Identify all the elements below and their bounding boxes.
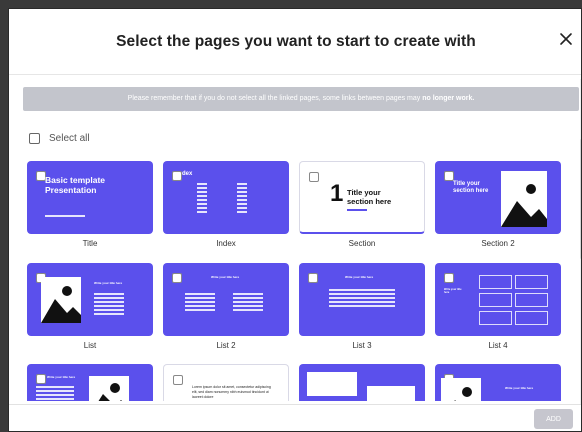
select-all-label: Select all: [49, 132, 90, 144]
page-card-12[interactable]: Write your title here: [435, 364, 561, 401]
thumb-title: Lorem ipsum dolor sit amet, consectetur …: [192, 385, 271, 399]
close-icon[interactable]: [556, 29, 576, 49]
page-thumbnail[interactable]: 1 Title your section here: [299, 161, 425, 234]
dialog-footer: ADD: [9, 404, 581, 431]
page-card-9[interactable]: Write your title here: [27, 364, 153, 401]
page-card-list-4[interactable]: Write your title here List 4: [435, 263, 561, 350]
thumb-title: Title your section here: [453, 181, 489, 194]
page-thumbnail[interactable]: Write your title here: [435, 364, 561, 401]
notice-bold-text: no longer work.: [422, 95, 475, 102]
thumb-title: Title your section here: [347, 188, 392, 206]
page-checkbox[interactable]: [444, 273, 454, 283]
page-label: Index: [216, 239, 236, 248]
page-thumbnail[interactable]: Lorem ipsum dolor sit amet, consectetur …: [163, 364, 289, 401]
thumb-title: dex: [182, 171, 193, 177]
image-placeholder-icon: [41, 277, 81, 323]
thumb-title: Write your title here: [94, 281, 123, 285]
page-card-list-3[interactable]: Write your title here List 3: [299, 263, 425, 350]
page-card-title[interactable]: Basic template Presentation Title: [27, 161, 153, 248]
page-checkbox[interactable]: [173, 375, 183, 385]
page-thumbnail[interactable]: Write your title here: [27, 364, 153, 401]
page-card-list[interactable]: Write your title here List: [27, 263, 153, 350]
image-placeholder-icon: [441, 378, 481, 401]
thumb-title: Write your title here: [444, 288, 462, 294]
page-grid: Basic template Presentation Title dex In…: [27, 161, 579, 401]
page-thumbnail[interactable]: Write your title here: [163, 263, 289, 336]
page-label: List: [83, 341, 97, 350]
page-thumbnail[interactable]: Title your section here: [435, 161, 561, 234]
dialog-title: Select the pages you want to start to cr…: [116, 33, 476, 50]
add-button[interactable]: ADD: [534, 409, 573, 429]
page-thumbnail[interactable]: Write your title here: [27, 263, 153, 336]
checkbox-icon[interactable]: [29, 132, 40, 144]
page-card-section-2[interactable]: Title your section here Section 2: [435, 161, 561, 248]
dialog-header: Select the pages you want to start to cr…: [9, 9, 581, 75]
page-checkbox[interactable]: [309, 172, 319, 182]
page-card-section[interactable]: 1 Title your section here Section: [299, 161, 425, 248]
page-card-index[interactable]: dex Index: [163, 161, 289, 248]
page-thumbnail[interactable]: Write your title here: [299, 263, 425, 336]
page-card-list-2[interactable]: Write your title here List 2: [163, 263, 289, 350]
select-all-checkbox[interactable]: Select all: [29, 131, 90, 145]
thumb-title: Write your title here: [505, 386, 534, 390]
image-placeholder-icon: [89, 376, 129, 401]
page-selection-dialog: Select the pages you want to start to cr…: [8, 8, 582, 432]
thumb-title: Write your title here: [345, 275, 374, 279]
page-card-10[interactable]: Lorem ipsum dolor sit amet, consectetur …: [163, 364, 289, 401]
page-label: List 4: [488, 341, 508, 350]
page-thumbnail[interactable]: [299, 364, 425, 401]
linked-pages-notice: Please remember that if you do not selec…: [23, 87, 579, 111]
page-thumbnail[interactable]: dex: [163, 161, 289, 234]
page-label: List 3: [352, 341, 372, 350]
page-checkbox[interactable]: [172, 171, 182, 181]
thumb-title: Write your title here: [47, 375, 76, 379]
page-label: Section: [348, 239, 376, 248]
page-checkbox[interactable]: [172, 273, 182, 283]
image-placeholder-icon: [501, 171, 547, 227]
page-label: Section 2: [481, 239, 515, 248]
page-checkbox[interactable]: [308, 273, 318, 283]
thumb-title: Basic template Presentation: [45, 175, 105, 195]
page-checkbox[interactable]: [36, 374, 46, 384]
thumb-number: 1: [330, 180, 344, 207]
page-label: Title: [82, 239, 98, 248]
thumb-title: Write your title here: [211, 275, 240, 279]
notice-text: Please remember that if you do not selec…: [127, 95, 421, 102]
page-label: List 2: [216, 341, 236, 350]
page-card-11[interactable]: [299, 364, 425, 401]
page-thumbnail[interactable]: Basic template Presentation: [27, 161, 153, 234]
page-checkbox[interactable]: [444, 171, 454, 181]
page-thumbnail[interactable]: Write your title here: [435, 263, 561, 336]
